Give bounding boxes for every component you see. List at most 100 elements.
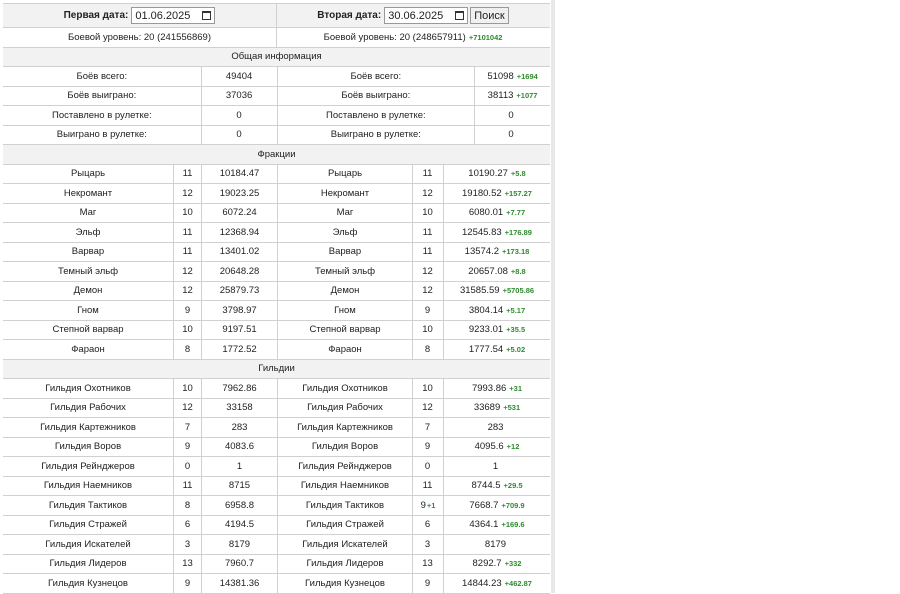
guild-delta: +531 — [503, 403, 521, 413]
faction-level-left: 12 — [173, 184, 201, 203]
guild-name-right: Гильдия Стражей — [277, 515, 412, 534]
general-value-right-text: 0 — [508, 129, 514, 141]
combat-level-right: Боевой уровень: 20 (248657911) +7101042 — [276, 28, 549, 47]
faction-level-right: 10 — [412, 203, 443, 222]
guild-name-right: Гильдия Рабочих — [277, 398, 412, 417]
faction-row: Маг 10 6072.24 Маг 10 6080.01 +7.77 — [3, 203, 550, 223]
second-date-input[interactable]: 30.06.2025 — [384, 7, 469, 24]
guild-value-left: 7962.86 — [201, 379, 277, 398]
guild-value-left: 33158 — [201, 398, 277, 417]
section-factions-title: Фракции — [257, 148, 296, 160]
guild-row: Гильдия Воров 9 4083.6 Гильдия Воров 9 4095.6… — [3, 437, 550, 457]
guild-name-right: Гильдия Тактиков — [277, 496, 412, 515]
faction-name-right: Варвар — [277, 242, 412, 261]
faction-rows: Рыцарь 11 10184.47 Рыцарь 11 10190.27 +5.8 Некр… — [3, 164, 550, 360]
guild-name-left: Гильдия Рейнджеров — [41, 460, 135, 472]
general-row: Боёв выиграно: 37036 Боёв выиграно: 38113 +1… — [3, 86, 550, 106]
guild-level-right: 9 — [412, 574, 443, 593]
guild-value-right: 7993.86 +31 — [443, 379, 550, 398]
guild-level-right-text: 9 — [420, 499, 426, 511]
calendar-icon[interactable] — [202, 11, 212, 20]
combat-level-row: Боевой уровень: 20 (241556869) Боевой ур… — [3, 28, 550, 48]
general-rows: Боёв всего: 49404 Боёв всего: 51098 +1694 Боё… — [3, 67, 550, 145]
guild-level-right: 13 — [412, 554, 443, 573]
faction-row: Демон 12 25879.73 Демон 12 31585.59 +5705.86 — [3, 281, 550, 301]
combat-level-left: Боевой уровень: 20 (241556869) — [68, 31, 211, 43]
faction-name-right: Рыцарь — [277, 164, 412, 183]
faction-name-right: Демон — [277, 281, 412, 300]
faction-name-right: Эльф — [277, 223, 412, 242]
guild-delta: +31 — [509, 383, 523, 393]
faction-delta: +157.27 — [504, 188, 532, 198]
faction-value-right: 9233.01 +35.5 — [443, 320, 550, 339]
guild-name-right: Гильдия Наемников — [277, 476, 412, 495]
faction-name-left: Некромант — [63, 187, 113, 199]
guild-level-left: 13 — [173, 554, 201, 573]
faction-value-right-text: 10190.27 — [468, 168, 508, 180]
faction-value-left: 25879.73 — [201, 281, 277, 300]
faction-value-right-text: 9233.01 — [468, 324, 504, 336]
guild-row: Гильдия Кузнецов 9 14381.36 Гильдия Кузнецо… — [3, 574, 550, 594]
first-date-input[interactable]: 01.06.2025 — [131, 7, 216, 24]
faction-level-left: 8 — [173, 340, 201, 359]
faction-level-right: 10 — [412, 320, 443, 339]
guild-value-right-text: 1 — [492, 460, 499, 472]
guild-value-right-text: 7668.7 — [469, 499, 499, 511]
guild-delta: +12 — [506, 442, 520, 452]
scrollbar[interactable] — [551, 0, 555, 593]
faction-level-right-text: 11 — [422, 168, 433, 180]
guild-delta: +462.87 — [504, 578, 532, 588]
faction-delta: +176.89 — [504, 227, 532, 237]
general-value-left: 0 — [200, 106, 277, 125]
guild-level-right-text: 12 — [422, 402, 433, 414]
faction-value-left: 12368.94 — [201, 223, 277, 242]
guild-level-left: 7 — [173, 418, 201, 437]
guild-level-right-text: 0 — [424, 460, 431, 472]
faction-level-left: 11 — [173, 242, 201, 261]
second-date-value: 30.06.2025 — [388, 9, 444, 22]
guild-value-left: 14381.36 — [201, 574, 277, 593]
faction-value-left: 6072.24 — [201, 203, 277, 222]
section-guilds-title: Гильдии — [258, 363, 295, 375]
general-label-right: Выиграно в рулетке: — [276, 125, 475, 144]
guild-row: Гильдия Охотников 10 7962.86 Гильдия Охотни… — [3, 379, 550, 399]
general-value-right: 38113 +1077 — [474, 86, 550, 105]
faction-level-right: 11 — [412, 242, 443, 261]
faction-name-left: Варвар — [71, 246, 105, 258]
faction-level-left: 9 — [173, 301, 201, 320]
guild-value-left: 7960.7 — [201, 554, 277, 573]
faction-level-right-text: 10 — [422, 207, 433, 219]
calendar-icon[interactable] — [455, 11, 465, 20]
guild-value-right-text: 8292.7 — [472, 558, 502, 570]
guild-name-left: Гильдия Воров — [54, 441, 122, 453]
general-row: Выиграно в рулетке: 0 Выиграно в рулетке: 0 — [3, 125, 550, 145]
faction-value-left: 3798.97 — [201, 301, 277, 320]
guild-level-left: 9 — [173, 437, 201, 456]
faction-value-right-text: 6080.01 — [468, 207, 504, 219]
guild-value-left: 283 — [201, 418, 277, 437]
first-date-cell: Первая дата: 01.06.2025 — [3, 4, 276, 27]
guild-name-left: Гильдия Рабочих — [50, 402, 126, 414]
guild-level-right: 10 — [412, 379, 443, 398]
guild-value-left: 4083.6 — [201, 437, 277, 456]
guild-name-left: Гильдия Наемников — [43, 480, 133, 492]
guild-level-delta: +1 — [426, 500, 436, 510]
guild-level-left: 11 — [173, 476, 201, 495]
faction-name-right: Гном — [277, 301, 412, 320]
section-general-title: Общая информация — [231, 51, 322, 63]
guild-row: Гильдия Искателей 3 8179 Гильдия Искателей 3… — [3, 535, 550, 555]
faction-value-right: 31585.59 +5705.86 — [443, 281, 550, 300]
faction-name-right: Степной варвар — [277, 320, 412, 339]
guild-row: Гильдия Лидеров 13 7960.7 Гильдия Лидеров 13… — [3, 554, 550, 574]
faction-name-left: Рыцарь — [70, 168, 106, 180]
faction-name-left: Маг — [79, 207, 97, 219]
faction-name-right: Фараон — [277, 340, 412, 359]
general-value-right-text: 51098 — [487, 70, 514, 82]
guild-value-left: 6958.8 — [201, 496, 277, 515]
guild-value-left: 1 — [201, 457, 277, 476]
faction-name-left: Демон — [73, 285, 103, 297]
guild-level-right: 12 — [412, 398, 443, 417]
guild-value-right-text: 4364.1 — [469, 519, 499, 531]
search-button[interactable]: Поиск — [470, 7, 509, 24]
faction-value-right: 10190.27 +5.8 — [443, 164, 550, 183]
